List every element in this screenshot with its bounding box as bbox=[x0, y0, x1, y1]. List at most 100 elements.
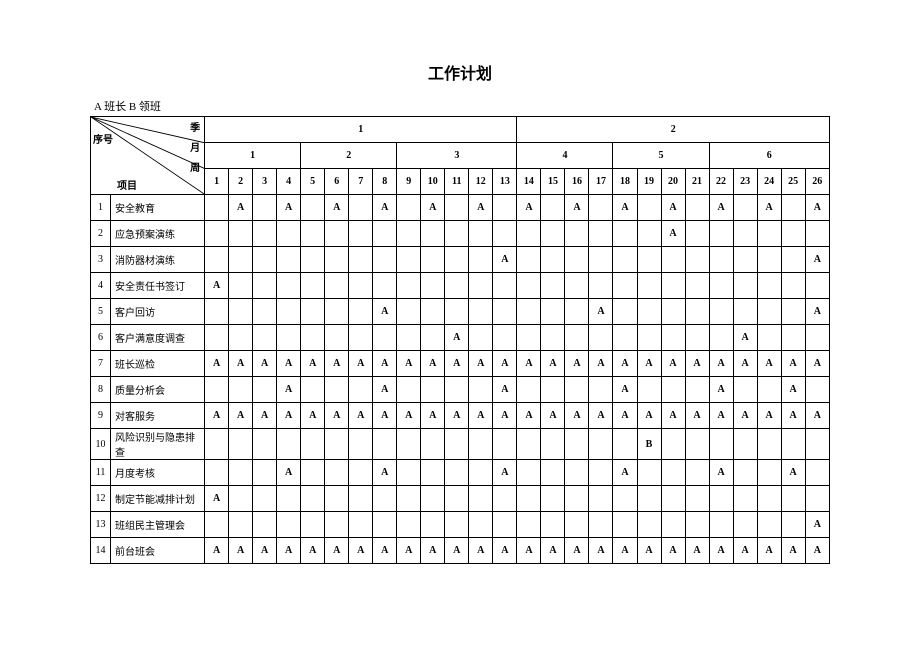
plan-cell bbox=[349, 377, 373, 403]
legend-text: A 班长 B 领班 bbox=[94, 98, 830, 114]
plan-cell bbox=[277, 299, 301, 325]
plan-cell bbox=[685, 486, 709, 512]
row-seq: 8 bbox=[91, 377, 111, 403]
plan-cell bbox=[709, 512, 733, 538]
plan-cell: A bbox=[637, 538, 661, 564]
plan-cell bbox=[685, 460, 709, 486]
plan-cell bbox=[517, 221, 541, 247]
week-header-21: 21 bbox=[685, 169, 709, 195]
plan-cell bbox=[469, 299, 493, 325]
plan-cell bbox=[517, 486, 541, 512]
work-plan-table: 季 月 周 序号 项目 1 2 1 2 3 4 5 6 123456789101… bbox=[90, 116, 830, 564]
plan-cell: A bbox=[541, 538, 565, 564]
plan-cell bbox=[325, 460, 349, 486]
plan-cell: A bbox=[469, 538, 493, 564]
plan-cell bbox=[565, 377, 589, 403]
plan-cell: A bbox=[613, 403, 637, 429]
plan-cell bbox=[733, 195, 757, 221]
plan-cell bbox=[589, 486, 613, 512]
seq-axis-label: 序号 bbox=[93, 131, 113, 146]
plan-cell bbox=[421, 512, 445, 538]
plan-cell: A bbox=[565, 538, 589, 564]
plan-cell bbox=[373, 512, 397, 538]
plan-cell bbox=[445, 486, 469, 512]
plan-cell bbox=[349, 512, 373, 538]
plan-cell bbox=[469, 221, 493, 247]
table-row: 14前台班会AAAAAAAAAAAAAAAAAAAAAAAAAA bbox=[91, 538, 830, 564]
plan-cell bbox=[229, 221, 253, 247]
plan-cell bbox=[349, 460, 373, 486]
week-axis-label: 周 bbox=[190, 159, 200, 174]
plan-cell: A bbox=[277, 538, 301, 564]
plan-cell bbox=[757, 377, 781, 403]
plan-cell bbox=[637, 273, 661, 299]
plan-cell bbox=[205, 195, 229, 221]
plan-cell: A bbox=[733, 351, 757, 377]
week-header-14: 14 bbox=[517, 169, 541, 195]
plan-cell: A bbox=[781, 403, 805, 429]
plan-cell: A bbox=[445, 325, 469, 351]
row-item: 制定节能减排计划 bbox=[111, 486, 205, 512]
plan-cell bbox=[469, 460, 493, 486]
row-item: 对客服务 bbox=[111, 403, 205, 429]
plan-cell bbox=[301, 299, 325, 325]
plan-cell: A bbox=[325, 195, 349, 221]
plan-cell: A bbox=[517, 538, 541, 564]
plan-cell bbox=[421, 486, 445, 512]
plan-cell bbox=[541, 377, 565, 403]
table-row: 12制定节能减排计划A bbox=[91, 486, 830, 512]
plan-cell bbox=[445, 299, 469, 325]
plan-cell: A bbox=[229, 538, 253, 564]
plan-cell bbox=[565, 325, 589, 351]
plan-cell bbox=[805, 221, 829, 247]
week-header-9: 9 bbox=[397, 169, 421, 195]
plan-cell bbox=[517, 273, 541, 299]
month-header: 1 bbox=[205, 143, 301, 169]
plan-cell: A bbox=[301, 538, 325, 564]
plan-cell bbox=[517, 377, 541, 403]
plan-cell bbox=[757, 221, 781, 247]
table-row: 5客户回访AAA bbox=[91, 299, 830, 325]
plan-cell bbox=[757, 429, 781, 460]
plan-cell bbox=[613, 247, 637, 273]
plan-cell bbox=[661, 486, 685, 512]
plan-cell bbox=[325, 429, 349, 460]
plan-cell bbox=[253, 429, 277, 460]
plan-cell bbox=[397, 512, 421, 538]
plan-cell bbox=[229, 325, 253, 351]
plan-cell: A bbox=[805, 403, 829, 429]
plan-cell bbox=[589, 377, 613, 403]
plan-cell bbox=[445, 460, 469, 486]
plan-cell: A bbox=[373, 351, 397, 377]
plan-cell bbox=[301, 273, 325, 299]
row-seq: 2 bbox=[91, 221, 111, 247]
plan-cell: A bbox=[637, 403, 661, 429]
plan-cell: A bbox=[397, 538, 421, 564]
plan-cell: A bbox=[733, 403, 757, 429]
plan-cell: A bbox=[205, 351, 229, 377]
table-row: 3消防器材演练AA bbox=[91, 247, 830, 273]
row-seq: 14 bbox=[91, 538, 111, 564]
plan-cell bbox=[709, 247, 733, 273]
plan-cell: A bbox=[589, 538, 613, 564]
plan-cell bbox=[421, 460, 445, 486]
plan-cell bbox=[373, 325, 397, 351]
plan-cell: A bbox=[541, 403, 565, 429]
plan-cell bbox=[757, 325, 781, 351]
week-header-11: 11 bbox=[445, 169, 469, 195]
plan-cell bbox=[781, 221, 805, 247]
table-row: 4安全责任书签订A bbox=[91, 273, 830, 299]
row-item: 安全教育 bbox=[111, 195, 205, 221]
row-seq: 6 bbox=[91, 325, 111, 351]
week-header-2: 2 bbox=[229, 169, 253, 195]
plan-cell bbox=[709, 273, 733, 299]
plan-cell bbox=[565, 460, 589, 486]
plan-cell: A bbox=[589, 351, 613, 377]
plan-cell bbox=[325, 325, 349, 351]
plan-cell bbox=[661, 247, 685, 273]
plan-cell: A bbox=[565, 195, 589, 221]
plan-cell: A bbox=[277, 195, 301, 221]
plan-cell: A bbox=[301, 351, 325, 377]
plan-cell bbox=[805, 429, 829, 460]
plan-cell bbox=[541, 486, 565, 512]
